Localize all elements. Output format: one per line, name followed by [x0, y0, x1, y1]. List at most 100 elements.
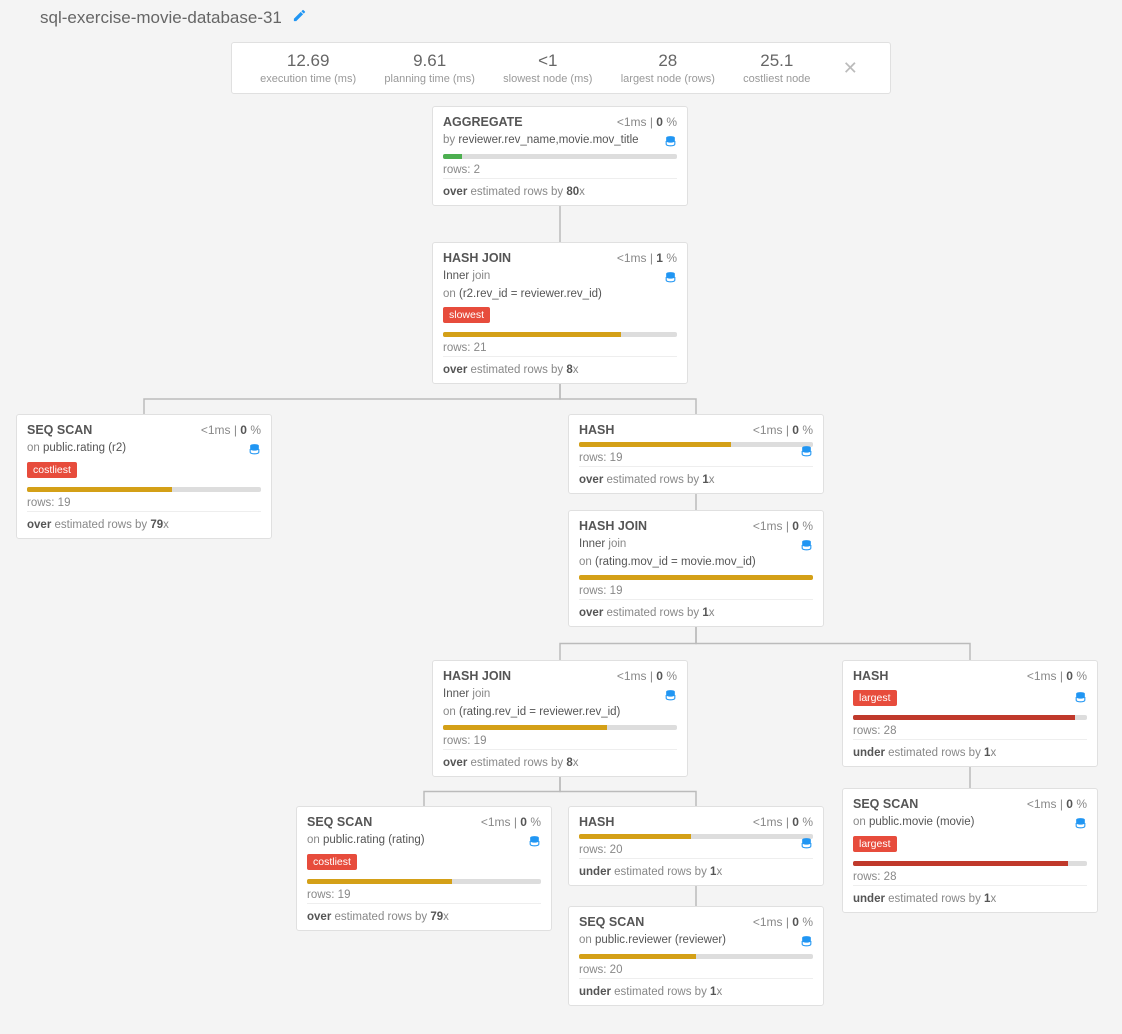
database-icon — [800, 935, 813, 951]
node-tag-costliest: costliest — [307, 854, 357, 870]
database-icon — [528, 835, 541, 851]
plan-node-n8[interactable]: HASH <1ms | 0 % rows: 20under estimated ro… — [568, 806, 824, 886]
database-icon — [800, 445, 813, 461]
plan-node-n5[interactable]: HASH JOIN <1ms | 0 % Inner join on (rating.… — [432, 660, 688, 777]
stat-slowest-node: <1 slowest node (ms) — [503, 51, 592, 85]
node-estimate: under estimated rows by 1x — [579, 979, 813, 1005]
node-type: HASH JOIN — [443, 669, 511, 683]
node-bar — [443, 332, 677, 337]
node-rows: rows: 2 — [443, 162, 677, 179]
node-bar — [579, 442, 813, 447]
node-by: by reviewer.rev_name,movie.mov_title — [443, 133, 677, 149]
node-tag-slowest: slowest — [443, 307, 490, 323]
plan-node-n6[interactable]: HASH <1ms | 0 % largest rows: 28under estim… — [842, 660, 1098, 767]
plan-node-n1[interactable]: HASH JOIN <1ms | 1 % Inner join on (r2.rev_… — [432, 242, 688, 384]
node-type: HASH — [853, 669, 888, 683]
node-type: HASH JOIN — [579, 519, 647, 533]
database-icon — [664, 689, 677, 705]
node-on: on (rating.rev_id = reviewer.rev_id) — [443, 705, 677, 721]
node-metrics: <1ms | 0 % — [1027, 797, 1087, 811]
node-estimate: over estimated rows by 80x — [443, 179, 677, 205]
node-rows: rows: 19 — [579, 450, 813, 467]
node-on: on public.movie (movie) — [853, 815, 1087, 831]
node-metrics: <1ms | 0 % — [617, 115, 677, 129]
title-bar: sql-exercise-movie-database-31 — [0, 0, 1122, 36]
node-rows: rows: 20 — [579, 842, 813, 859]
node-on: on public.rating (rating) — [307, 833, 541, 849]
node-estimate: over estimated rows by 79x — [307, 904, 541, 930]
node-metrics: <1ms | 0 % — [753, 519, 813, 533]
node-estimate: over estimated rows by 8x — [443, 750, 677, 776]
plan-node-n4[interactable]: HASH JOIN<1ms | 0 %Inner joinon (rating.… — [568, 510, 824, 627]
node-bar — [579, 834, 813, 839]
node-rows: rows: 19 — [307, 887, 541, 904]
node-bar — [853, 715, 1087, 720]
database-icon — [1074, 817, 1087, 833]
node-metrics: <1ms | 0 % — [753, 423, 813, 437]
node-bar — [579, 954, 813, 959]
node-metrics: <1ms | 0 % — [753, 915, 813, 929]
stat-planning-time: 9.61 planning time (ms) — [384, 51, 474, 85]
node-metrics: <1ms | 0 % — [201, 423, 261, 437]
node-metrics: <1ms | 0 % — [481, 815, 541, 829]
stats-panel: 12.69 execution time (ms) 9.61 planning … — [231, 42, 891, 94]
node-on: on (r2.rev_id = reviewer.rev_id) — [443, 287, 677, 303]
node-estimate: over estimated rows by 1x — [579, 467, 813, 493]
database-icon — [248, 443, 261, 459]
node-metrics: <1ms | 1 % — [617, 251, 677, 265]
node-bar — [443, 154, 677, 159]
node-type: HASH — [579, 815, 614, 829]
node-bar — [579, 575, 813, 580]
node-type: SEQ SCAN — [27, 423, 92, 437]
node-tag-largest: largest — [853, 836, 897, 852]
node-metrics: <1ms | 0 % — [753, 815, 813, 829]
plan-node-n3[interactable]: HASH <1ms | 0 % rows: 19over estimated row… — [568, 414, 824, 494]
plan-title: sql-exercise-movie-database-31 — [40, 8, 282, 28]
database-icon — [664, 271, 677, 287]
plan-canvas: AGGREGATE <1ms | 0 % by reviewer.rev_name,… — [0, 94, 1122, 1034]
node-rows: rows: 19 — [443, 733, 677, 750]
node-estimate: under estimated rows by 1x — [853, 886, 1087, 912]
node-metrics: <1ms | 0 % — [617, 669, 677, 683]
node-bar — [27, 487, 261, 492]
node-estimate: under estimated rows by 1x — [853, 740, 1087, 766]
plan-node-n9[interactable]: SEQ SCAN <1ms | 0 % on public.movie (movie… — [842, 788, 1098, 913]
plan-node-n10[interactable]: SEQ SCAN <1ms | 0 % on public.reviewer (re… — [568, 906, 824, 1006]
database-icon — [664, 135, 677, 151]
node-type: SEQ SCAN — [307, 815, 372, 829]
edit-icon[interactable] — [292, 8, 307, 28]
node-type: HASH — [579, 423, 614, 437]
node-tag-costliest: costliest — [27, 462, 77, 478]
database-icon — [1074, 691, 1087, 707]
close-icon[interactable]: ✕ — [839, 58, 862, 79]
node-estimate: under estimated rows by 1x — [579, 859, 813, 885]
node-tag-largest: largest — [853, 690, 897, 706]
node-type: HASH JOIN — [443, 251, 511, 265]
plan-node-n7[interactable]: SEQ SCAN <1ms | 0 % on public.rating (rati… — [296, 806, 552, 931]
stat-costliest-node: 25.1 costliest node — [743, 51, 810, 85]
node-metrics: <1ms | 0 % — [1027, 669, 1087, 683]
node-rows: rows: 20 — [579, 962, 813, 979]
node-on: on public.reviewer (reviewer) — [579, 933, 813, 949]
node-estimate: over estimated rows by 79x — [27, 512, 261, 538]
node-type: SEQ SCAN — [853, 797, 918, 811]
stat-execution-time: 12.69 execution time (ms) — [260, 51, 356, 85]
node-type: SEQ SCAN — [579, 915, 644, 929]
node-rows: rows: 28 — [853, 723, 1087, 740]
node-estimate: over estimated rows by 1x — [579, 600, 813, 626]
node-bar — [853, 861, 1087, 866]
node-join-type: Inner join — [443, 687, 677, 703]
node-rows: rows: 19 — [579, 583, 813, 600]
stat-largest-node: 28 largest node (rows) — [621, 51, 715, 85]
plan-node-n0[interactable]: AGGREGATE <1ms | 0 % by reviewer.rev_name,… — [432, 106, 688, 206]
node-rows: rows: 19 — [27, 495, 261, 512]
plan-node-n2[interactable]: SEQ SCAN <1ms | 0 % on public.rating (r2) c… — [16, 414, 272, 539]
node-rows: rows: 21 — [443, 340, 677, 357]
node-type: AGGREGATE — [443, 115, 523, 129]
node-join-type: Inner join — [443, 269, 677, 285]
node-bar — [307, 879, 541, 884]
node-rows: rows: 28 — [853, 869, 1087, 886]
database-icon — [800, 539, 813, 555]
node-on: on public.rating (r2) — [27, 441, 261, 457]
node-on: on (rating.mov_id = movie.mov_id) — [579, 555, 813, 571]
